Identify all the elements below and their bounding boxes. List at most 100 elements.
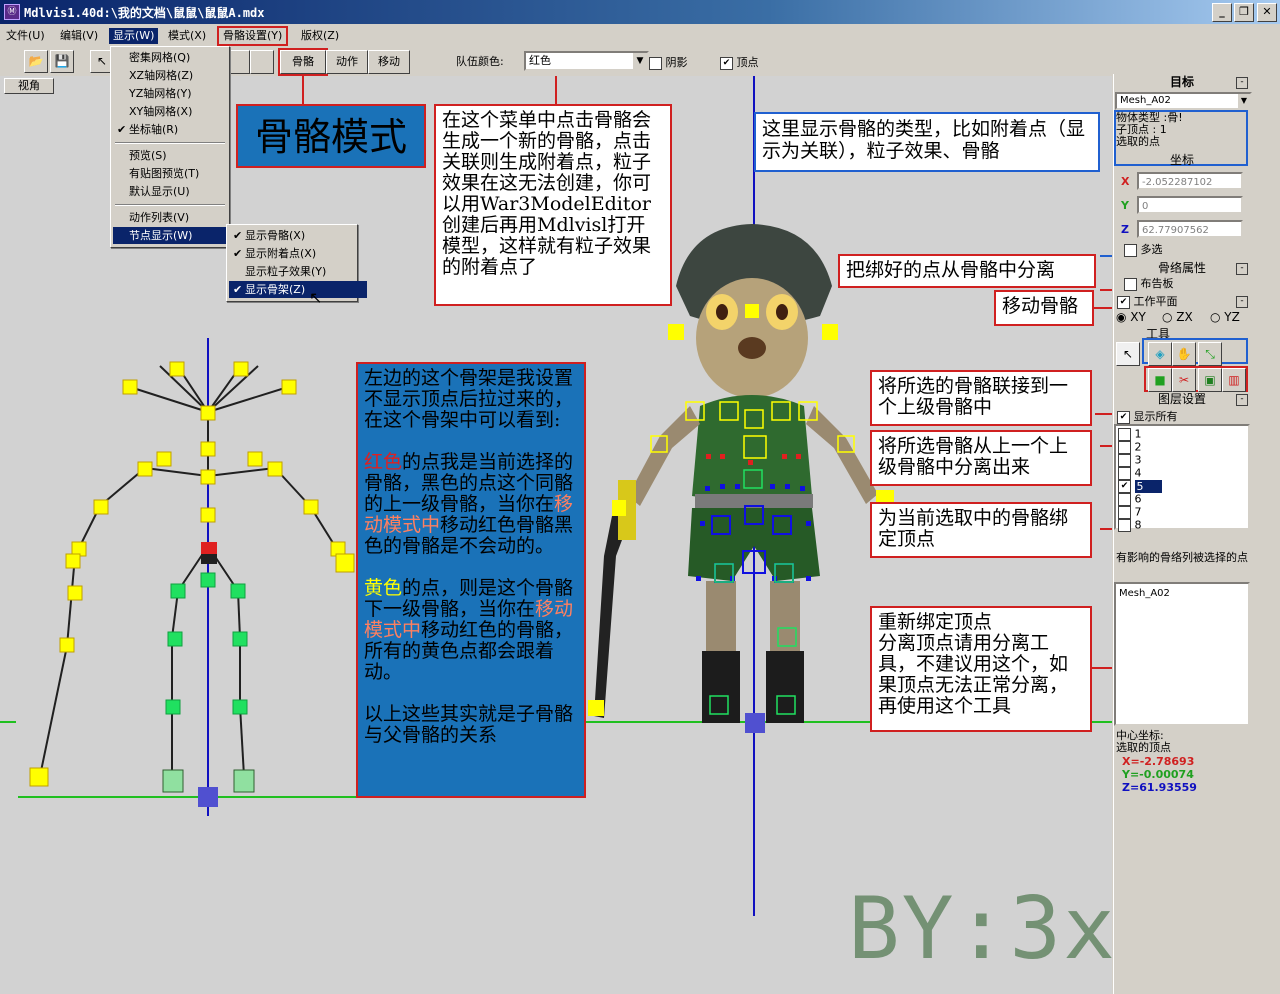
window-title: Mdlvis1.40d:\我的文档\鼠鼠\鼠鼠A.mdx: [24, 6, 265, 20]
menu-item-xy-grid[interactable]: XY轴网格(X): [113, 103, 192, 120]
team-color-select[interactable]: 红色 ▼: [524, 51, 649, 71]
multi-select-checkbox[interactable]: 多选: [1124, 243, 1163, 257]
shadow-checkbox[interactable]: 阴影: [649, 54, 688, 70]
close-button[interactable]: ✕: [1257, 3, 1277, 22]
hand-move-icon[interactable]: ✋: [1172, 342, 1196, 366]
menu-item-dense-grid[interactable]: 密集网格(Q): [113, 49, 190, 66]
menu-item-default-display[interactable]: 默认显示(U): [113, 183, 190, 200]
menu-bone-settings[interactable]: 骨骼设置(Y): [216, 26, 289, 46]
scale-arrow-icon[interactable]: ⤡: [1198, 342, 1222, 366]
menu-display[interactable]: 显示(W): [109, 28, 159, 44]
show-all-label: 显示所有: [1133, 410, 1178, 423]
team-color-value: 红色: [529, 54, 551, 67]
link-bone-icon[interactable]: ■: [1148, 368, 1172, 392]
center-x-value: X=-2.78693: [1122, 755, 1195, 768]
layers-list[interactable]: 1 2 3 4 ✔ 5 6 7 8: [1114, 424, 1250, 532]
collapse-icon[interactable]: -: [1236, 394, 1248, 406]
maximize-button[interactable]: ❐: [1234, 3, 1254, 22]
layer-item[interactable]: 7: [1118, 506, 1142, 519]
plane-yz-radio[interactable]: ○ YZ: [1210, 311, 1240, 323]
rebind-note: 重新绑定顶点 分离顶点请用分离工具，不建议用这个，如果顶点无法正常分离，再使用这…: [870, 606, 1092, 732]
menu-edit[interactable]: 编辑(V): [56, 28, 102, 44]
menu-item-axes[interactable]: ✔ 坐标轴(R): [113, 121, 178, 138]
vertex-label: 顶点: [736, 56, 759, 69]
menu-item-preview[interactable]: 预览(S): [113, 147, 167, 164]
menu-separator: [115, 142, 225, 144]
check-icon: ✔: [117, 123, 127, 136]
layer-item[interactable]: 6: [1118, 493, 1142, 506]
selected-points: 选取的点: [1116, 135, 1160, 148]
target-select[interactable]: Mesh_A02 ▼: [1115, 92, 1252, 110]
display-menu: 密集网格(Q) XZ轴网格(Z) YZ轴网格(Y) XY轴网格(X) ✔ 坐标轴(…: [110, 46, 239, 248]
menu-item-animation-list[interactable]: 动作列表(V): [113, 209, 189, 226]
open-folder-icon[interactable]: 📂: [24, 50, 48, 73]
layer-item[interactable]: 2: [1118, 441, 1142, 454]
layer-item[interactable]: 4: [1118, 467, 1142, 480]
center-z-value: Z=61.93559: [1122, 781, 1197, 794]
menu-item-yz-grid[interactable]: YZ轴网格(Y): [113, 85, 192, 102]
y-coord-field[interactable]: 0: [1137, 196, 1243, 214]
collapse-icon[interactable]: -: [1236, 263, 1248, 275]
rebind-vertex-icon[interactable]: ▥: [1222, 368, 1246, 392]
list-item[interactable]: Mesh_A02: [1119, 588, 1170, 600]
x-label: X: [1121, 175, 1130, 188]
view-angle-button[interactable]: 视角: [4, 78, 54, 94]
bind-vertex-icon[interactable]: ▣: [1198, 368, 1222, 392]
tab-animation[interactable]: 动作: [326, 50, 368, 74]
billboard-checkbox[interactable]: 布告板: [1124, 277, 1174, 291]
show-all-checkbox[interactable]: ✔ 显示所有: [1117, 410, 1178, 424]
layer-item[interactable]: 3: [1118, 454, 1142, 467]
menu-item-show-skeleton[interactable]: ✔ 显示骨架(Z): [229, 281, 367, 298]
tab-move[interactable]: 移动: [368, 50, 410, 74]
menu-item-show-particles[interactable]: 显示粒子效果(Y): [229, 263, 326, 280]
collapse-icon[interactable]: -: [1236, 77, 1248, 89]
work-plane-checkbox[interactable]: ✔ 工作平面: [1117, 295, 1178, 309]
layer-item[interactable]: 8: [1118, 519, 1142, 532]
tab-bone[interactable]: 骨骼: [278, 48, 328, 76]
layer-item[interactable]: 1: [1118, 428, 1142, 441]
bone-mode-title: 骨骼模式: [236, 104, 426, 168]
menu-separator: [115, 204, 225, 206]
skeleton-note-paragraph-4: 以上这些其实就是子骨骼与父骨骼的关系: [364, 703, 574, 746]
y-label: Y: [1121, 199, 1129, 212]
billboard-label: 布告板: [1140, 277, 1174, 290]
mouse-cursor-icon: ↖: [309, 288, 323, 307]
work-plane-label: 工作平面: [1133, 295, 1178, 308]
unlink-note: 将所选骨骼从上一个上级骨骼中分离出来: [870, 430, 1092, 486]
skeleton-note-paragraph-1: 左边的这个骨架是我设置不显示顶点后拉过来的，在这个骨架中可以看到:: [364, 367, 574, 431]
menu-item-xz-grid[interactable]: XZ轴网格(Z): [113, 67, 193, 84]
plane-xy-radio[interactable]: ◉ XY: [1116, 311, 1146, 323]
menu-mode[interactable]: 模式(X): [164, 28, 210, 44]
affected-bones-list[interactable]: Mesh_A02: [1114, 582, 1250, 726]
menu-item-show-bones[interactable]: ✔ 显示骨骼(X): [229, 227, 305, 244]
type-note: 这里显示骨骼的类型，比如附着点（显示为关联），粒子效果、骨骼: [754, 112, 1100, 172]
toolbar-blank-button[interactable]: [228, 50, 250, 74]
collapse-icon[interactable]: -: [1236, 296, 1248, 308]
toolbar-blank-button-2[interactable]: [250, 50, 274, 74]
menu-item-node-display[interactable]: 节点显示(W)▸: [113, 227, 239, 244]
menu-item-show-attachments[interactable]: ✔ 显示附着点(X): [229, 245, 316, 262]
x-coord-field[interactable]: -2.052287102: [1137, 172, 1243, 190]
plane-zx-radio[interactable]: ○ ZX: [1162, 311, 1193, 323]
select-pointer-icon[interactable]: ↖: [1116, 342, 1140, 366]
selected-vertex-label: 选取的顶点: [1116, 741, 1171, 754]
bone-props-header: 骨络属性: [1157, 261, 1206, 275]
menu-bar: 文件(U) 编辑(V) 显示(W) 模式(X) 骨骼设置(Y) 版权(Z): [0, 26, 1280, 46]
unlink-bone-icon[interactable]: ✂: [1172, 368, 1196, 392]
minimize-button[interactable]: _: [1212, 3, 1232, 22]
menu-item-textured-preview[interactable]: 有贴图预览(T): [113, 165, 199, 182]
menu-copyright[interactable]: 版权(Z): [297, 28, 343, 44]
z-coord-field[interactable]: 62.77907562: [1137, 220, 1243, 238]
vertex-checkbox[interactable]: ✔ 顶点: [720, 54, 759, 70]
layer-item[interactable]: ✔ 5: [1118, 479, 1162, 493]
center-y-value: Y=-0.00074: [1122, 768, 1194, 781]
link-note: 将所选的骨骼联接到一个上级骨骼中: [870, 370, 1092, 426]
move-note: 移动骨骼: [994, 290, 1094, 326]
menu-file[interactable]: 文件(U): [2, 28, 49, 44]
chevron-down-icon[interactable]: ▼: [633, 53, 647, 69]
affected-bones-label: 有影响的骨络列被选择的点: [1116, 551, 1248, 564]
detach-vertex-icon[interactable]: ◈: [1148, 342, 1172, 366]
save-icon[interactable]: 💾: [50, 50, 74, 73]
shadow-label: 阴影: [665, 56, 688, 69]
chevron-down-icon[interactable]: ▼: [1238, 94, 1250, 108]
